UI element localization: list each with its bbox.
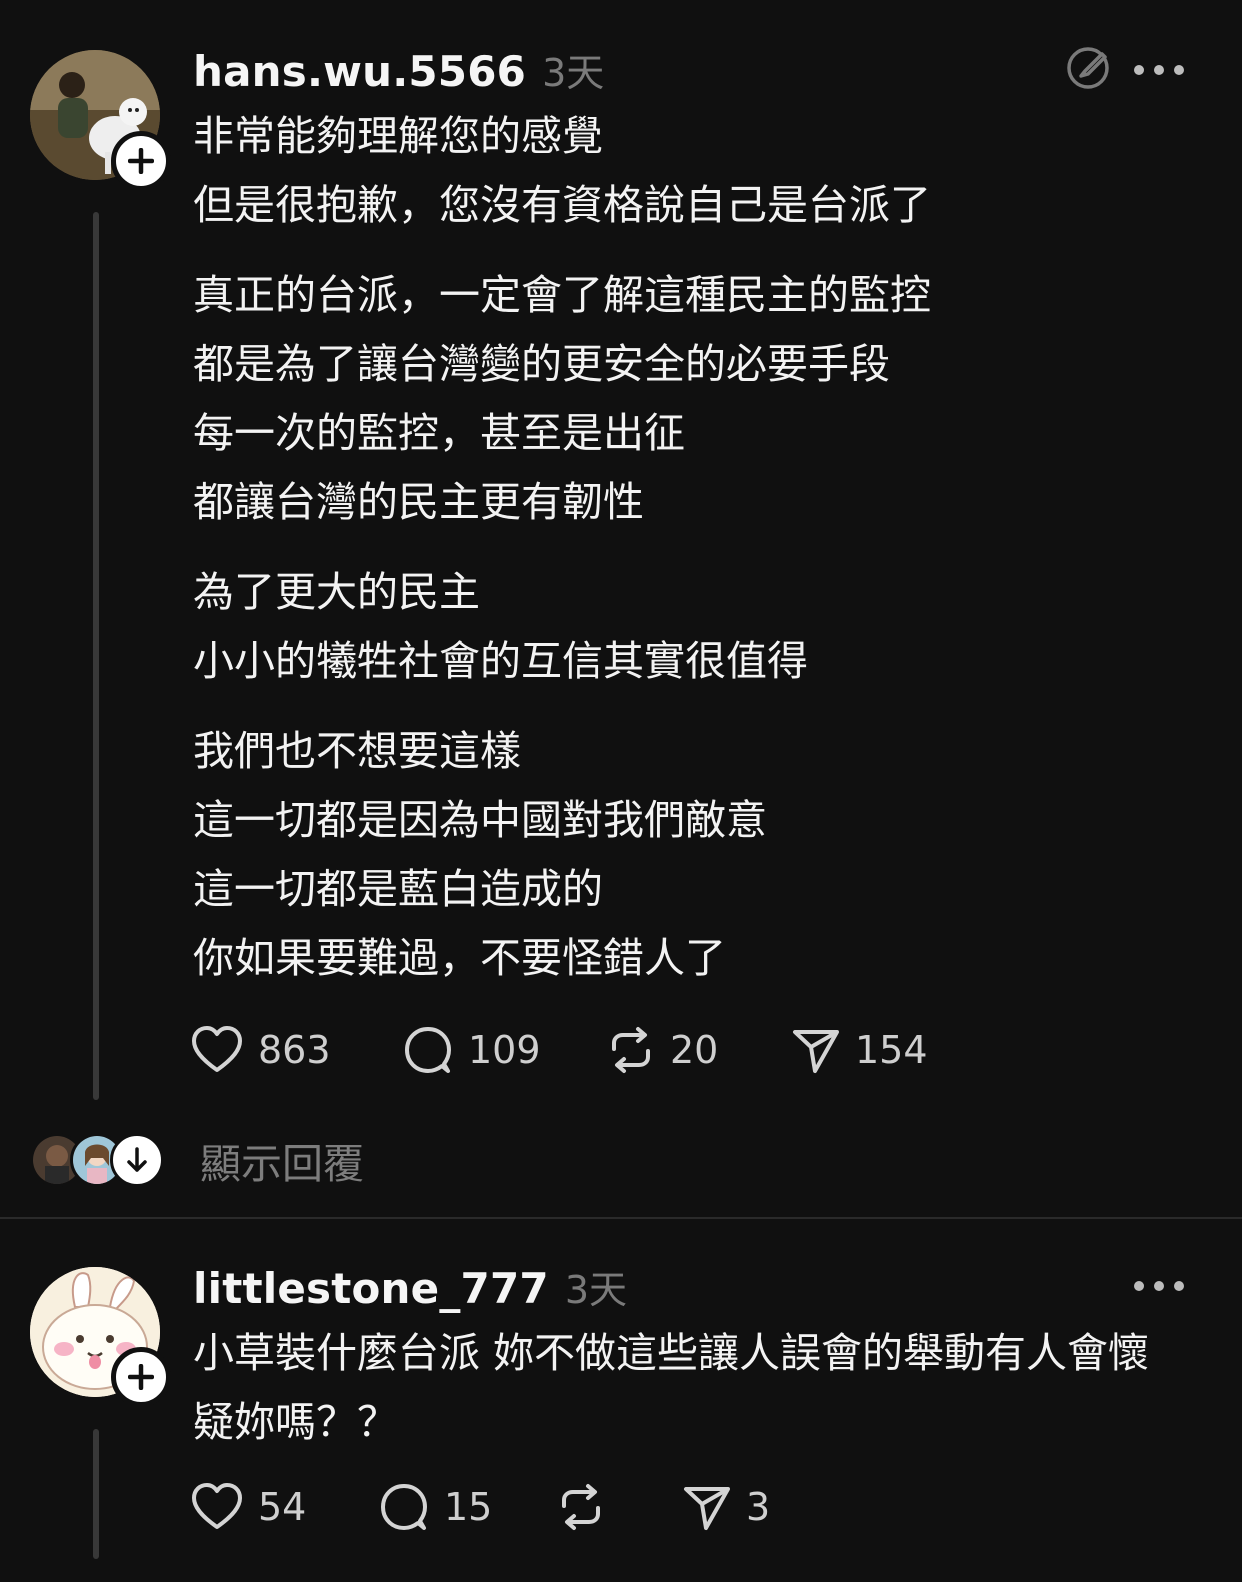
thread-line	[93, 1429, 99, 1559]
repost-icon	[562, 1484, 600, 1530]
heart-icon	[192, 1483, 242, 1529]
repost-button[interactable]: 20	[606, 1025, 791, 1075]
heart-icon	[192, 1026, 242, 1072]
text-line: 每一次的監控，甚至是出征	[193, 409, 685, 457]
paragraph: 我們也不想要這樣 這一切都是因為中國對我們敵意 這一切都是藍白造成的 你如果要難…	[193, 717, 1183, 993]
more-dots-icon[interactable]	[1134, 1281, 1184, 1291]
send-icon	[684, 1487, 730, 1530]
comment-count: 109	[468, 1028, 541, 1072]
text-line: 為了更大的民主	[193, 568, 480, 616]
repost-count: 20	[670, 1028, 719, 1072]
arrow-down-icon	[127, 1147, 147, 1172]
plus-icon	[128, 1364, 154, 1390]
username[interactable]: hans.wu.5566	[193, 47, 526, 96]
paragraph: 非常能夠理解您的感覺 但是很抱歉，您沒有資格說自己是台派了	[193, 102, 1183, 240]
text-line: 都讓台灣的民主更有韌性	[193, 478, 644, 526]
expand-replies-button[interactable]	[110, 1133, 164, 1187]
send-icon	[793, 1030, 839, 1073]
comment-bubble-icon	[381, 1484, 427, 1530]
text-line: 非常能夠理解您的感覺	[193, 112, 603, 160]
text-line: 小草裝什麼台派 妳不做這些讓人誤會的舉動有人會懷疑妳嗎？？	[193, 1329, 1150, 1446]
share-count: 3	[746, 1485, 771, 1529]
comment-button[interactable]: 109	[402, 1024, 606, 1076]
repost-button[interactable]	[556, 1482, 682, 1532]
share-button[interactable]: 154	[791, 1025, 928, 1075]
action-bar: 54 15 3	[190, 1481, 770, 1533]
text-line: 但是很抱歉，您沒有資格說自己是台派了	[193, 181, 931, 229]
text-line: 這一切都是因為中國對我們敵意	[193, 796, 767, 844]
like-count: 54	[258, 1485, 307, 1529]
show-replies-row[interactable]: 顯示回覆	[30, 1130, 364, 1190]
more-dots-icon[interactable]	[1134, 65, 1184, 75]
share-button[interactable]: 3	[682, 1482, 770, 1532]
text-line: 我們也不想要這樣	[193, 727, 521, 775]
post-text: 非常能夠理解您的感覺 但是很抱歉，您沒有資格說自己是台派了 真正的台派，一定會了…	[193, 102, 1183, 993]
timestamp: 3天	[542, 51, 605, 95]
comment-bubble-icon	[405, 1027, 451, 1073]
thread-post: hans.wu.5566 3天 非常能夠理解您的感覺 但是很抱歉，您沒有資格說自…	[0, 0, 1242, 1218]
text-line: 都是為了讓台灣變的更安全的必要手段	[193, 340, 890, 388]
timestamp: 3天	[564, 1268, 628, 1312]
text-line: 小小的犧牲社會的互信其實很值得	[193, 637, 808, 685]
edit-pen-circle-icon[interactable]	[1064, 44, 1112, 96]
action-bar: 863 109 20 154	[190, 1024, 928, 1076]
post-text: 小草裝什麼台派 妳不做這些讓人誤會的舉動有人會懷疑妳嗎？？	[193, 1319, 1168, 1457]
repost-icon	[612, 1027, 650, 1073]
follow-plus-button[interactable]	[111, 1347, 171, 1407]
comment-button[interactable]: 15	[378, 1481, 556, 1533]
show-replies-label[interactable]: 顯示回覆	[200, 1130, 364, 1190]
username[interactable]: littlestone_777	[193, 1264, 549, 1313]
post-header: littlestone_777 3天	[193, 1259, 627, 1314]
like-count: 863	[258, 1028, 331, 1072]
plus-icon	[128, 148, 154, 174]
text-line: 你如果要難過，不要怪錯人了	[193, 934, 726, 982]
like-button[interactable]: 863	[190, 1025, 402, 1075]
comment-count: 15	[444, 1485, 493, 1529]
post-header: hans.wu.5566 3天	[193, 42, 604, 97]
text-line: 真正的台派，一定會了解這種民主的監控	[193, 271, 931, 319]
paragraph: 為了更大的民主 小小的犧牲社會的互信其實很值得	[193, 558, 1183, 696]
thread-post: littlestone_777 3天 小草裝什麼台派 妳不做這些讓人誤會的舉動有…	[0, 1219, 1242, 1582]
text-line: 這一切都是藍白造成的	[193, 865, 603, 913]
share-count: 154	[855, 1028, 928, 1072]
like-button[interactable]: 54	[190, 1482, 378, 1532]
paragraph: 真正的台派，一定會了解這種民主的監控 都是為了讓台灣變的更安全的必要手段 每一次…	[193, 261, 1183, 537]
follow-plus-button[interactable]	[111, 131, 171, 191]
thread-line	[93, 212, 99, 1100]
